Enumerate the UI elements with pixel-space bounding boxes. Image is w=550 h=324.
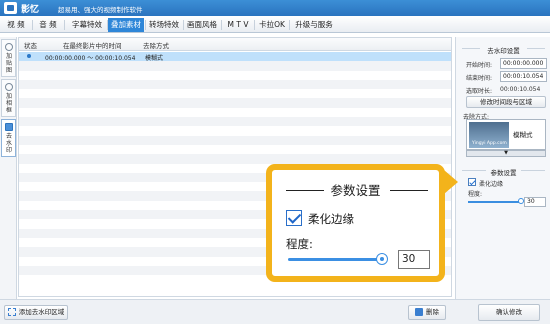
- app-logo-icon: [4, 2, 17, 14]
- tab-subtitle-effects[interactable]: 字幕特效: [68, 18, 106, 32]
- degree-slider-track[interactable]: [468, 201, 520, 203]
- table-row: [19, 135, 451, 145]
- blur-thumbnail: Yingyi App.com: [469, 122, 509, 148]
- callout-soften-edge-label: 柔化边缘: [308, 212, 354, 226]
- tab-video[interactable]: 视 频: [4, 18, 28, 32]
- soften-edge-label: 柔化边缘: [479, 181, 504, 188]
- callout-soften-edge-checkbox[interactable]: [286, 210, 302, 226]
- start-time-field[interactable]: 00:00:00.000: [500, 58, 547, 69]
- tab-mtv[interactable]: M T V: [224, 18, 252, 32]
- table-row: [19, 98, 451, 108]
- method-dropdown-toggle[interactable]: ▼: [466, 150, 546, 157]
- table-row: [19, 79, 451, 90]
- tab-transitions[interactable]: 转场特效: [146, 18, 182, 32]
- blur-method-label: 模糊式: [513, 131, 533, 139]
- callout-arrow-icon: [444, 170, 458, 194]
- table-row: [19, 61, 451, 71]
- table-row: [19, 71, 451, 80]
- frame-icon: [5, 83, 13, 91]
- bottom-toolbar: 添加去水印区域 删除 确认修改: [0, 299, 550, 324]
- menu-divider: [221, 20, 222, 30]
- menu-divider: [289, 20, 290, 30]
- menu-divider: [254, 20, 255, 30]
- sidetab-remove-watermark[interactable]: 去水印: [1, 119, 16, 157]
- callout-degree-slider-knob[interactable]: [376, 253, 388, 265]
- menu-bar: 视 频 音 频 字幕特效 叠加素材 转场特效 画面风格 M T V 卡拉OK 升…: [0, 16, 550, 33]
- side-tab-strip: 加贴图 加相框 去水印: [0, 37, 17, 299]
- watermark-icon: [5, 123, 13, 131]
- tab-audio[interactable]: 音 频: [36, 18, 60, 32]
- menu-divider: [64, 20, 65, 30]
- delete-button[interactable]: 删除: [408, 305, 446, 320]
- watermark-settings-panel: 去水印设置 开始时间: 00:00:00.000 结束时间: 00:00:10.…: [455, 37, 550, 299]
- divider: [390, 190, 428, 191]
- tab-upgrade-service[interactable]: 升级与服务: [292, 18, 336, 32]
- table-row: [19, 108, 451, 117]
- sidetab-label: 加相框: [6, 93, 13, 114]
- selected-duration-value: 00:00:10.054: [500, 86, 541, 93]
- callout-degree-label: 程度:: [286, 237, 313, 251]
- table-header: 状态 在最终影片中的时间 去除方式: [19, 38, 451, 51]
- confirm-modify-button[interactable]: 确认修改: [478, 304, 540, 321]
- thumbnail-watermark-text: Yingyi App.com: [472, 141, 507, 146]
- tab-overlay-material[interactable]: 叠加素材: [108, 18, 144, 32]
- sticker-icon: [5, 43, 13, 51]
- selected-duration-label: 选取时长:: [466, 88, 493, 95]
- table-row: [19, 154, 451, 164]
- add-region-icon: [7, 308, 16, 316]
- sidetab-label: 加贴图: [6, 53, 13, 74]
- degree-label: 程度:: [468, 191, 483, 198]
- sidetab-label: 去水印: [6, 133, 13, 154]
- add-watermark-region-label: 添加去水印区域: [18, 308, 65, 316]
- column-header-time[interactable]: 在最终影片中的时间: [63, 40, 122, 50]
- params-title: 参数设置: [490, 169, 517, 177]
- params-zoom-callout: 参数设置 柔化边缘 程度: 30: [266, 164, 445, 282]
- column-header-status[interactable]: 状态: [24, 40, 37, 50]
- divider: [521, 170, 545, 171]
- table-row: [19, 126, 451, 135]
- soften-edge-checkbox[interactable]: [468, 178, 476, 186]
- sidetab-add-sticker[interactable]: 加贴图: [1, 39, 16, 77]
- app-subtitle: 超易用、强大的视频制作软件: [58, 6, 143, 14]
- app-name: 影忆: [21, 5, 40, 15]
- callout-degree-slider-track[interactable]: [288, 258, 380, 261]
- table-row[interactable]: 00:00:00.000 ～ 00:00:10.054 模糊式: [19, 52, 451, 62]
- start-time-label: 开始时间:: [466, 62, 493, 69]
- chevron-down-icon: ▼: [504, 150, 508, 156]
- end-time-label: 结束时间:: [466, 75, 493, 82]
- column-header-method[interactable]: 去除方式: [143, 40, 169, 50]
- table-row: [19, 117, 451, 127]
- sidetab-add-frame[interactable]: 加相框: [1, 79, 16, 117]
- trash-icon: [415, 308, 423, 316]
- add-watermark-region-button[interactable]: 添加去水印区域: [4, 305, 68, 320]
- divider: [462, 170, 486, 171]
- title-bar: 影忆 超易用、强大的视频制作软件: [0, 0, 550, 16]
- end-time-field[interactable]: 00:00:10.054: [500, 71, 547, 82]
- menu-divider: [32, 20, 33, 30]
- degree-input[interactable]: 30: [524, 197, 546, 207]
- table-row: [19, 145, 451, 154]
- table-row: [19, 89, 451, 98]
- callout-degree-input[interactable]: 30: [398, 250, 430, 269]
- delete-label: 删除: [426, 308, 439, 316]
- watermark-settings-title: 去水印设置: [487, 47, 520, 55]
- tab-karaoke[interactable]: 卡拉OK: [257, 18, 287, 32]
- divider: [462, 48, 480, 49]
- status-dot-icon: [27, 54, 31, 58]
- tab-picture-style[interactable]: 画面风格: [184, 18, 220, 32]
- removal-method-selector[interactable]: Yingyi App.com 模糊式: [466, 119, 546, 150]
- modify-period-region-button[interactable]: 修改时间段与区域: [466, 96, 546, 108]
- divider: [527, 48, 545, 49]
